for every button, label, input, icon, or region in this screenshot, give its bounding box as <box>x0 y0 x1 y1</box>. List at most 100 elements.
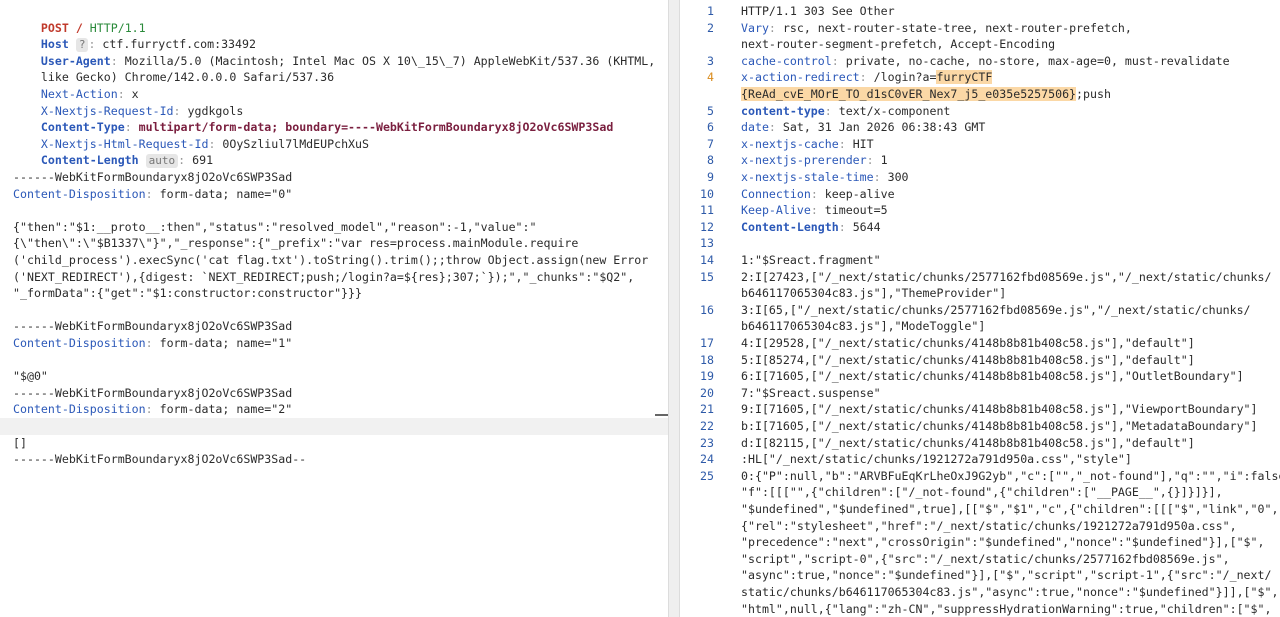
line-number: 25 <box>700 468 714 483</box>
part1-value: "$@0" <box>0 368 668 385</box>
response-line[interactable]: next-router-segment-prefetch, Accept-Enc… <box>680 36 1280 53</box>
response-line[interactable]: 2 Vary: rsc, next-router-state-tree, next… <box>680 20 1280 37</box>
flag-highlight: {ReAd_cvE_MOrE_TO_d1sC0vER_Nex7_j5_e035e… <box>741 87 1077 101</box>
line-content: b:I[71605,["/_next/static/chunks/4148b8b… <box>741 418 1276 435</box>
line-text: 7:"$Sreact.suspense" <box>741 385 881 400</box>
boundary-text: ------WebKitFormBoundaryx8jO2oVc6SWP3Sad <box>13 385 293 400</box>
header-content-type[interactable]: Content-Type: multipart/form-data; bound… <box>0 103 668 134</box>
response-line[interactable]: 9 x-nextjs-stale-time: 300 <box>680 169 1280 186</box>
response-line[interactable]: 14 1:"$Sreact.fragment" <box>680 252 1280 269</box>
response-line[interactable]: b646117065304c83.js"],"ThemeProvider"] <box>680 285 1280 302</box>
response-line[interactable]: static/chunks/b646117065304c83.js","asyn… <box>680 584 1280 601</box>
body-boundary: ------WebKitFormBoundaryx8jO2oVc6SWP3Sad <box>0 385 668 402</box>
line-content: x-nextjs-stale-time: 300 <box>741 169 1276 186</box>
response-line[interactable]: 16 3:I[65,["/_next/static/chunks/2577162f… <box>680 302 1280 319</box>
part-value: [] <box>13 435 27 450</box>
redirect-suffix: ;push <box>1076 87 1111 101</box>
payload-line: "_formData":{"get":"$1:constructor:const… <box>0 285 668 302</box>
line-content: x-nextjs-cache: HIT <box>741 136 1276 153</box>
line-content: Connection: keep-alive <box>741 186 1276 203</box>
line-text: private, no-cache, no-store, max-age=0, … <box>845 53 1230 68</box>
line-content: x-action-redirect: /login?a=furryCTF <box>741 69 1276 86</box>
line-text: text/x-component <box>838 103 951 118</box>
response-line[interactable]: 6 date: Sat, 31 Jan 2026 06:38:43 GMT <box>680 119 1280 136</box>
header-next-action[interactable]: Next-Action: x <box>0 69 668 101</box>
response-line[interactable]: 1 HTTP/1.1 303 See Other <box>680 3 1280 20</box>
line-text: d:I[82115,["/_next/static/chunks/4148b8b… <box>741 435 1195 450</box>
line-content: d:I[82115,["/_next/static/chunks/4148b8b… <box>741 435 1276 452</box>
response-line[interactable]: {ReAd_cvE_MOrE_TO_d1sC0vER_Nex7_j5_e035e… <box>680 86 1280 103</box>
response-line[interactable]: b646117065304c83.js"],"ModeToggle"] <box>680 318 1280 335</box>
response-line[interactable]: 24:HL["/_next/static/chunks/1921272a791d… <box>680 451 1280 468</box>
colon: : <box>859 70 867 85</box>
response-line[interactable]: 15 2:I[27423,["/_next/static/chunks/25771… <box>680 269 1280 286</box>
payload-text: "_formData":{"get":"$1:constructor:const… <box>13 286 363 301</box>
response-line[interactable]: "html",null,{"lang":"zh-CN","suppressHyd… <box>680 601 1280 617</box>
line-number: 2 <box>707 20 714 35</box>
request-line[interactable]: POST / HTTP/1.1 <box>0 3 668 35</box>
pane-splitter[interactable] <box>669 0 679 617</box>
line-number: 12 <box>700 219 714 234</box>
response-line[interactable]: 3 cache-control: private, no-cache, no-st… <box>680 53 1280 70</box>
response-line[interactable]: "async":true,"nonce":"$undefined"}],["$"… <box>680 567 1280 584</box>
header-request-id[interactable]: X-Nextjs-Request-Id: ygdkgols <box>0 86 668 118</box>
response-line[interactable]: 17 4:I[29528,["/_next/static/chunks/4148b… <box>680 335 1280 352</box>
colon: : <box>873 170 881 184</box>
line-number: 18 <box>700 352 714 367</box>
line-text-continuation: static/chunks/b646117065304c83.js","asyn… <box>741 585 1279 599</box>
response-line[interactable]: 5 content-type: text/x-component <box>680 103 1280 120</box>
colon: : <box>866 153 874 168</box>
response-line[interactable]: 7 x-nextjs-cache: HIT <box>680 136 1280 153</box>
response-line[interactable]: 4 x-action-redirect: /login?a=furryCTF <box>680 69 1280 86</box>
disposition-value: form-data; name="1" <box>159 336 293 350</box>
response-line[interactable]: 23 d:I[82115,["/_next/static/chunks/4148b… <box>680 435 1280 452</box>
header-html-request-id[interactable]: X-Nextjs-Html-Request-Id: 0OySzliul7lMdE… <box>0 119 668 151</box>
part-value: "$@0" <box>13 369 48 384</box>
line-content: 3:I[65,["/_next/static/chunks/2577162fbd… <box>741 302 1276 319</box>
response-line[interactable]: 12 Content-Length: 5644 <box>680 219 1280 236</box>
response-line[interactable]: "$undefined","$undefined",true],[["$","$… <box>680 501 1280 518</box>
cursor-line[interactable] <box>0 418 668 435</box>
response-line[interactable]: 11 Keep-Alive: timeout=5 <box>680 202 1280 219</box>
colon: : <box>768 120 776 135</box>
request-editor[interactable]: POST / HTTP/1.1 Host ?: ctf.furryctf.com… <box>0 0 669 617</box>
response-line[interactable]: 21 9:I[71605,["/_next/static/chunks/4148b… <box>680 401 1280 418</box>
response-line[interactable]: {"rel":"stylesheet","href":"/_next/stati… <box>680 518 1280 535</box>
line-content: 7:"$Sreact.suspense" <box>741 385 1276 402</box>
line-content: "$undefined","$undefined",true],[["$","$… <box>741 501 1278 518</box>
line-content: x-nextjs-prerender: 1 <box>741 152 1276 169</box>
response-line[interactable]: 20 7:"$Sreact.suspense" <box>680 385 1280 402</box>
response-line[interactable]: 10 Connection: keep-alive <box>680 186 1280 203</box>
line-text-continuation: "precedence":"next","crossOrigin":"$unde… <box>741 535 1265 550</box>
response-line[interactable]: 19 6:I[71605,["/_next/static/chunks/4148b… <box>680 368 1280 385</box>
response-line[interactable]: "script","script-0",{"src":"/_next/stati… <box>680 551 1280 568</box>
content-length-auto-badge[interactable]: auto <box>145 154 179 169</box>
line-content: "script","script-0",{"src":"/_next/stati… <box>741 551 1276 568</box>
line-text-continuation: b646117065304c83.js"],"ThemeProvider"] <box>741 286 1007 301</box>
splitter-handle-icon[interactable] <box>655 414 668 416</box>
response-line[interactable]: "precedence":"next","crossOrigin":"$unde… <box>680 534 1280 551</box>
header-user-agent[interactable]: User-Agent: Mozilla/5.0 (Macintosh; Inte… <box>0 36 668 68</box>
line-text: 1 <box>880 153 888 168</box>
response-line[interactable]: 13 <box>680 235 1280 252</box>
line-text: rsc, next-router-state-tree, next-router… <box>782 20 1132 35</box>
disposition-name: Content-Disposition <box>13 402 146 417</box>
redirect-prefix: /login?a= <box>873 70 937 85</box>
response-viewer[interactable]: 1 HTTP/1.1 303 See Other 2 Vary: rsc, next-… <box>679 0 1280 617</box>
response-line[interactable]: "f":[[["",{"children":["/_not-found",{"c… <box>680 484 1280 501</box>
line-number: 11 <box>700 203 714 218</box>
line-content: 6:I[71605,["/_next/static/chunks/4148b8b… <box>741 368 1276 385</box>
header-name: x-nextjs-cache <box>741 136 839 151</box>
line-number: 7 <box>707 136 714 151</box>
flag-highlight: furryCTF <box>936 70 993 85</box>
response-line[interactable]: 22 b:I[71605,["/_next/static/chunks/4148b… <box>680 418 1280 435</box>
body-disposition-2: Content-Disposition: form-data; name="2" <box>13 402 293 417</box>
response-line[interactable]: 8 x-nextjs-prerender: 1 <box>680 152 1280 169</box>
line-content: Vary: rsc, next-router-state-tree, next-… <box>741 20 1276 37</box>
line-content: b646117065304c83.js"],"ModeToggle"] <box>741 318 1276 335</box>
line-text: HTTP/1.1 303 See Other <box>741 4 895 18</box>
header-host[interactable]: Host ?: ctf.furryctf.com:33492 <box>0 20 668 53</box>
header-content-length[interactable]: Content-Length auto: 691 <box>0 136 668 169</box>
response-line[interactable]: 25 0:{"P":null,"b":"ARVBFuEqKrLheOxJ9G2yb… <box>680 468 1280 485</box>
response-line[interactable]: 18 5:I[85274,["/_next/static/chunks/4148b… <box>680 352 1280 369</box>
